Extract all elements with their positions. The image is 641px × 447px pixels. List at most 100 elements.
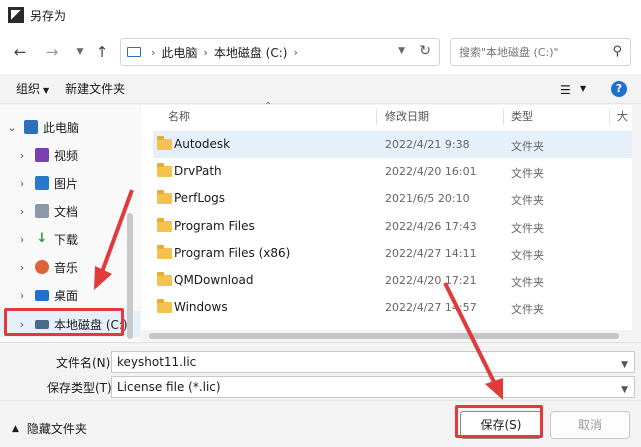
sidebar-item-this-pc[interactable]: ⌄ 此电脑	[0, 114, 140, 140]
chevron-down-icon[interactable]: ⌄	[6, 121, 18, 134]
search-input[interactable]	[451, 39, 601, 65]
column-divider[interactable]	[503, 109, 504, 125]
file-modified: 2022/4/26 17:43	[385, 220, 477, 233]
new-folder-button[interactable]: 新建文件夹	[65, 80, 125, 97]
download-icon: ↓	[36, 231, 48, 246]
sidebar-item-label: 文档	[54, 204, 79, 219]
file-row-windows[interactable]: Windows 2022/4/27 14:57 文件夹	[153, 294, 635, 321]
folder-icon	[157, 299, 172, 313]
chevron-down-icon[interactable]: ▼	[580, 84, 586, 93]
music-icon	[35, 260, 49, 274]
file-name: Windows	[174, 300, 228, 314]
file-modified: 2022/4/20 17:21	[385, 274, 477, 287]
documents-icon	[35, 204, 49, 218]
up-arrow-icon[interactable]: ↑	[92, 42, 112, 62]
file-type: 文件夹	[511, 167, 544, 180]
breadcrumb-this-pc[interactable]: 此电脑	[161, 44, 197, 61]
hide-folders-label: 隐藏文件夹	[26, 422, 87, 436]
breadcrumb-local-disk[interactable]: 本地磁盘 (C:)	[214, 44, 288, 61]
pc-icon	[127, 47, 141, 57]
chevron-right-icon[interactable]: ›	[16, 261, 28, 274]
sidebar-scrollbar[interactable]	[127, 213, 133, 339]
file-name: Autodesk	[174, 137, 231, 151]
address-bar[interactable]: › 此电脑 › 本地磁盘 (C:) › ▼ ↻	[120, 38, 440, 66]
chevron-down-icon[interactable]: ▼	[621, 380, 628, 400]
sidebar-item-videos[interactable]: › 视频	[0, 142, 140, 168]
title-bar: 另存为	[0, 0, 641, 30]
save-options-form: 文件名(N): keyshot11.lic ▼ 保存类型(T): License…	[0, 342, 641, 400]
file-row-qmdownload[interactable]: QMDownload 2022/4/20 17:21 文件夹	[153, 267, 635, 294]
window-title: 另存为	[30, 8, 67, 23]
sidebar-item-label: 桌面	[54, 288, 79, 303]
column-header-size[interactable]: 大	[617, 105, 628, 129]
file-modified: 2022/4/27 14:11	[385, 247, 477, 260]
back-arrow-icon[interactable]: ←	[10, 42, 30, 62]
breadcrumb-separator-icon[interactable]: ›	[293, 46, 297, 59]
column-divider[interactable]	[376, 109, 377, 125]
recent-locations-chevron-icon[interactable]: ▼	[70, 42, 90, 62]
sidebar-item-desktop[interactable]: › 桌面	[0, 282, 140, 308]
hide-folders-toggle[interactable]: ▲ 隐藏文件夹	[12, 420, 87, 437]
file-row-drvpath[interactable]: DrvPath 2022/4/20 16:01 文件夹	[153, 158, 635, 185]
chevron-right-icon[interactable]: ›	[16, 177, 28, 190]
file-name: Program Files (x86)	[174, 246, 291, 260]
column-header-name[interactable]: 名称	[168, 105, 190, 129]
column-header-modified[interactable]: 修改日期	[385, 105, 429, 129]
folder-icon	[157, 245, 172, 259]
help-icon[interactable]: ?	[611, 81, 627, 97]
search-box[interactable]: ⚲	[450, 38, 631, 66]
pc-icon	[24, 120, 38, 134]
chevron-right-icon[interactable]: ›	[16, 233, 28, 246]
view-options-icon[interactable]: ☰	[560, 83, 571, 97]
breadcrumb-separator-icon[interactable]: ›	[151, 46, 155, 59]
chevron-down-icon: ▼	[43, 86, 50, 95]
desktop-icon	[35, 289, 49, 301]
file-row-perflogs[interactable]: PerfLogs 2021/6/5 20:10 文件夹	[153, 185, 635, 212]
column-header-type[interactable]: 类型	[511, 105, 533, 129]
file-row-autodesk[interactable]: Autodesk 2022/4/21 9:38 文件夹	[153, 131, 635, 158]
pictures-icon	[35, 176, 49, 190]
filetype-select[interactable]: License file (*.lic) ▼	[111, 376, 635, 398]
organize-button[interactable]: 组织 ▼	[16, 80, 49, 97]
cancel-button[interactable]: 取消	[550, 411, 630, 439]
file-row-program-files-x86[interactable]: Program Files (x86) 2022/4/27 14:11 文件夹	[153, 240, 635, 267]
chevron-down-icon[interactable]: ▼	[621, 355, 628, 375]
file-row-program-files[interactable]: Program Files 2022/4/26 17:43 文件夹	[153, 213, 635, 240]
file-type: 文件夹	[511, 222, 544, 235]
column-divider[interactable]	[609, 109, 610, 125]
address-dropdown-icon[interactable]: ▼	[398, 46, 405, 56]
file-modified: 2022/4/27 14:57	[385, 301, 477, 314]
sidebar-item-downloads[interactable]: › ↓ 下载	[0, 226, 140, 252]
search-icon[interactable]: ⚲	[612, 44, 622, 59]
annotation-highlight-local-disk	[4, 308, 124, 336]
file-list: ⌃ 名称 修改日期 类型 大 Autodesk 2022/4/21 9:38 文…	[141, 101, 641, 342]
breadcrumb-separator-icon[interactable]: ›	[203, 46, 207, 59]
file-list-horizontal-scrollbar[interactable]	[141, 330, 632, 342]
chevron-right-icon[interactable]: ›	[16, 205, 28, 218]
chevron-right-icon[interactable]: ›	[16, 289, 28, 302]
refresh-icon[interactable]: ↻	[419, 43, 431, 59]
forward-arrow-icon[interactable]: →	[42, 42, 62, 62]
sort-ascending-icon: ⌃	[264, 101, 273, 112]
filename-input[interactable]: keyshot11.lic ▼	[111, 351, 635, 373]
file-type: 文件夹	[511, 303, 544, 316]
file-name: DrvPath	[174, 164, 222, 178]
app-icon	[8, 7, 24, 23]
navigation-pane: ⌄ 此电脑 › 视频 › 图片 › 文档 › ↓ 下载 › 音乐 › 桌面 › …	[0, 105, 140, 342]
navigation-bar: ← → ▼ ↑ › 此电脑 › 本地磁盘 (C:) › ▼ ↻ ⚲	[0, 30, 641, 74]
scrollbar-thumb[interactable]	[149, 333, 619, 339]
file-modified: 2021/6/5 20:10	[385, 192, 470, 205]
filename-label: 文件名(N):	[56, 356, 115, 370]
sidebar-item-music[interactable]: › 音乐	[0, 254, 140, 280]
file-type: 文件夹	[511, 194, 544, 207]
chevron-right-icon[interactable]: ›	[16, 149, 28, 162]
file-list-vertical-scrollbar[interactable]	[632, 105, 641, 342]
file-name: Program Files	[174, 219, 255, 233]
file-modified: 2022/4/21 9:38	[385, 138, 470, 151]
sidebar-item-label: 图片	[54, 176, 79, 191]
sidebar-item-label: 视频	[54, 148, 79, 163]
sidebar-item-documents[interactable]: › 文档	[0, 198, 140, 224]
sidebar-item-label: 此电脑	[43, 120, 80, 135]
sidebar-item-pictures[interactable]: › 图片	[0, 170, 140, 196]
video-icon	[35, 148, 49, 162]
